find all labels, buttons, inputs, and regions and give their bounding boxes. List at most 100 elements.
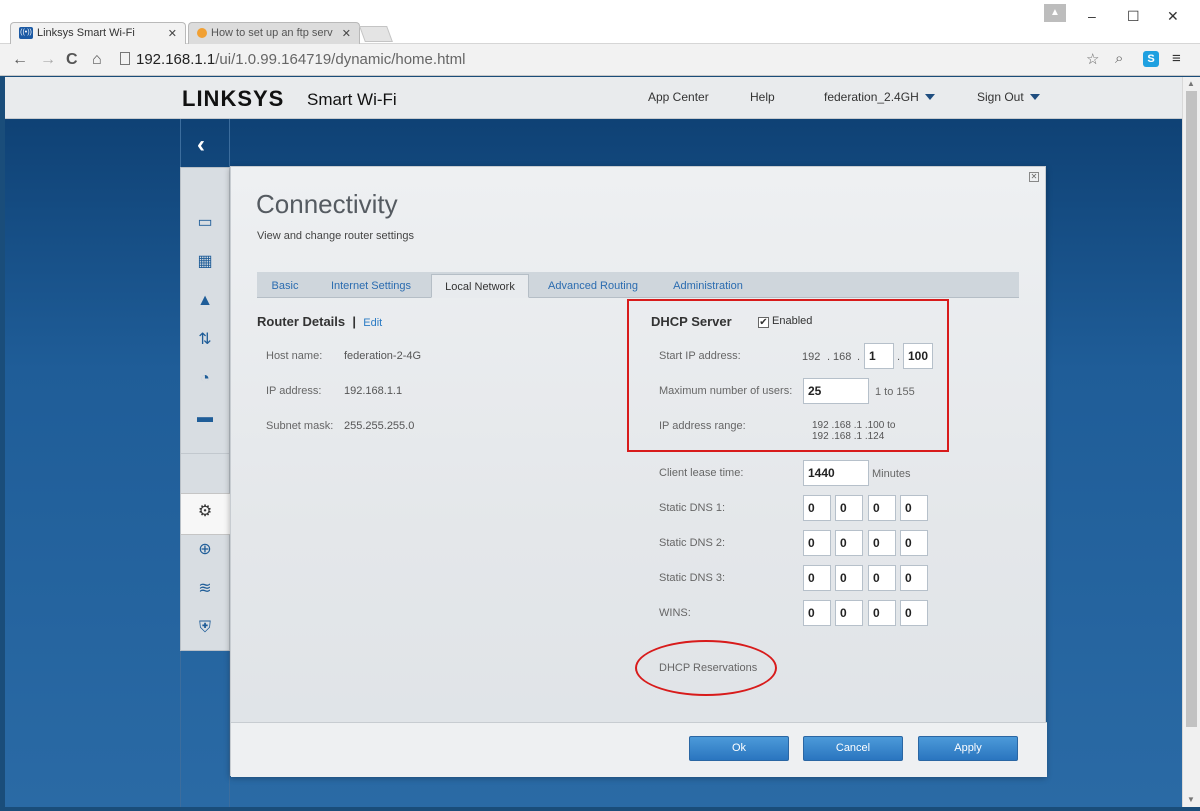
home-icon[interactable]: ⌂ xyxy=(92,51,102,69)
tab-advanced-routing[interactable]: Advanced Routing xyxy=(541,274,645,298)
reload-icon[interactable]: C xyxy=(66,51,78,69)
tab-internet-settings[interactable]: Internet Settings xyxy=(323,274,419,298)
dns1-label: Static DNS 1: xyxy=(659,502,726,514)
page-scrollbar[interactable]: ▲ ▼ xyxy=(1182,77,1200,807)
dns1-octet3-input[interactable]: 0 xyxy=(868,495,896,521)
media-prioritization-icon[interactable]: ⇅ xyxy=(195,331,215,349)
back-arrow-icon[interactable]: ← xyxy=(12,51,28,69)
dns1-octet4-input[interactable]: 0 xyxy=(900,495,928,521)
dns3-octet1-input[interactable]: 0 xyxy=(803,565,831,591)
chevron-down-icon xyxy=(1029,94,1040,100)
minimize-button[interactable]: – xyxy=(1088,8,1096,24)
linksys-header: LINKSYS Smart Wi-Fi App Center Help fede… xyxy=(5,77,1182,119)
new-tab-button[interactable] xyxy=(359,26,393,42)
page-icon xyxy=(120,52,130,65)
devices-icon[interactable]: ▭ xyxy=(195,214,215,232)
sidebar-icon-rail: ▭ ▦ ▲ ⇅ ◔ ▬ ⚙ ⊕ ≋ ⛨ xyxy=(180,167,233,651)
linksys-favicon-icon: ((•)) xyxy=(19,27,33,40)
router-details-heading: Router Details | Edit xyxy=(257,314,382,329)
tab-close-icon[interactable]: ✕ xyxy=(342,27,351,40)
dns2-octet3-input[interactable]: 0 xyxy=(868,530,896,556)
scroll-down-icon[interactable]: ▼ xyxy=(1187,795,1195,804)
edit-link[interactable]: Edit xyxy=(363,317,382,329)
parental-controls-icon[interactable]: ▦ xyxy=(195,253,215,271)
dns3-octet4-input[interactable]: 0 xyxy=(900,565,928,591)
settings-tabbar: Basic Internet Settings Local Network Ad… xyxy=(257,272,1019,298)
external-storage-icon[interactable]: ▬ xyxy=(195,409,215,427)
dns2-octet4-input[interactable]: 0 xyxy=(900,530,928,556)
wins-label: WINS: xyxy=(659,607,691,619)
subnet-mask-label: Subnet mask: xyxy=(266,420,334,432)
loading-favicon-icon xyxy=(197,28,207,39)
menu-icon[interactable]: ≡ xyxy=(1172,50,1181,67)
speed-test-icon[interactable]: ◔ xyxy=(195,370,215,388)
wins-octet4-input[interactable]: 0 xyxy=(900,600,928,626)
tab-basic[interactable]: Basic xyxy=(263,274,307,298)
forward-arrow-icon[interactable]: → xyxy=(40,51,56,69)
dns3-octet2-input[interactable]: 0 xyxy=(835,565,863,591)
lease-time-input[interactable]: 1440 xyxy=(803,460,869,486)
browser-tab-linksys[interactable]: ((•)) Linksys Smart Wi-Fi ✕ xyxy=(10,22,186,44)
skype-icon[interactable]: S xyxy=(1143,51,1159,67)
tab-label: How to set up an ftp serv xyxy=(211,27,333,39)
maximize-button[interactable]: ☐ xyxy=(1127,8,1140,25)
dns3-octet3-input[interactable]: 0 xyxy=(868,565,896,591)
user-profile-icon[interactable]: ▲ xyxy=(1044,4,1066,22)
network-name: federation_2.4GH xyxy=(824,90,919,104)
dns2-octet2-input[interactable]: 0 xyxy=(835,530,863,556)
wireless-icon[interactable]: ≋ xyxy=(195,580,215,598)
address-bar[interactable]: 192.168.1.1/ui/1.0.99.164719/dynamic/hom… xyxy=(116,48,1116,72)
browser-tab-ftp[interactable]: How to set up an ftp serv ✕ xyxy=(188,22,360,44)
tab-close-icon[interactable]: ✕ xyxy=(168,27,177,40)
dns2-label: Static DNS 2: xyxy=(659,537,726,549)
sign-out-dropdown[interactable]: Sign Out xyxy=(977,90,1040,104)
rail-divider xyxy=(181,453,229,454)
url-path: /ui/1.0.99.164719/dynamic/home.html xyxy=(215,51,466,68)
wins-octet3-input[interactable]: 0 xyxy=(868,600,896,626)
scrollbar-thumb[interactable] xyxy=(1186,91,1197,727)
ip-address-value: 192.168.1.1 xyxy=(344,385,403,397)
search-icon[interactable]: ⌕ xyxy=(1115,50,1123,67)
tab-administration[interactable]: Administration xyxy=(659,274,757,298)
host-name-label: Host name: xyxy=(266,350,323,362)
dns2-octet1-input[interactable]: 0 xyxy=(803,530,831,556)
guest-access-icon[interactable]: ▲ xyxy=(195,292,215,310)
network-dropdown[interactable]: federation_2.4GH xyxy=(824,90,935,104)
bookmark-star-icon[interactable]: ☆ xyxy=(1086,50,1099,68)
apply-button[interactable]: Apply xyxy=(918,736,1018,761)
dhcp-highlight-rectangle xyxy=(627,299,949,452)
heading-separator: | xyxy=(352,314,357,329)
linksys-page: LINKSYS Smart Wi-Fi App Center Help fede… xyxy=(5,77,1182,807)
host-name-value: federation-2-4G xyxy=(344,350,422,362)
sidebar-back-icon[interactable]: ‹ xyxy=(197,131,205,159)
ok-button[interactable]: Ok xyxy=(689,736,789,761)
logo-subtitle: Smart Wi-Fi xyxy=(307,90,397,109)
app-center-link[interactable]: App Center xyxy=(648,90,709,104)
scroll-up-icon[interactable]: ▲ xyxy=(1187,79,1195,88)
dns3-label: Static DNS 3: xyxy=(659,572,726,584)
url-host: 192.168.1.1 xyxy=(136,51,216,68)
close-icon[interactable]: ✕ xyxy=(1029,172,1039,182)
connectivity-dialog: ✕ Connectivity View and change router se… xyxy=(230,166,1047,777)
subnet-mask-value: 255.255.255.0 xyxy=(344,420,415,432)
dns1-octet1-input[interactable]: 0 xyxy=(803,495,831,521)
sign-out-label: Sign Out xyxy=(977,90,1024,104)
close-window-button[interactable]: ✕ xyxy=(1167,8,1179,25)
wins-octet2-input[interactable]: 0 xyxy=(835,600,863,626)
router-details-title: Router Details xyxy=(257,314,346,329)
browser-navbar: ← → C ⌂ 192.168.1.1/ui/1.0.99.164719/dyn… xyxy=(0,44,1200,76)
linksys-logo: LINKSYS xyxy=(182,86,285,111)
wins-octet1-input[interactable]: 0 xyxy=(803,600,831,626)
troubleshooting-icon[interactable]: ⊕ xyxy=(195,541,215,559)
tab-label: Linksys Smart Wi-Fi xyxy=(37,27,135,39)
lease-time-unit: Minutes xyxy=(872,468,911,480)
help-link[interactable]: Help xyxy=(750,90,775,104)
security-icon[interactable]: ⛨ xyxy=(195,619,215,637)
dialog-footer: Ok Cancel Apply xyxy=(231,722,1047,777)
dns1-octet2-input[interactable]: 0 xyxy=(835,495,863,521)
ip-address-label: IP address: xyxy=(266,385,322,397)
connectivity-icon[interactable]: ⚙ xyxy=(195,503,215,521)
reservations-highlight-ellipse xyxy=(635,640,777,696)
tab-local-network[interactable]: Local Network xyxy=(431,274,529,298)
cancel-button[interactable]: Cancel xyxy=(803,736,903,761)
